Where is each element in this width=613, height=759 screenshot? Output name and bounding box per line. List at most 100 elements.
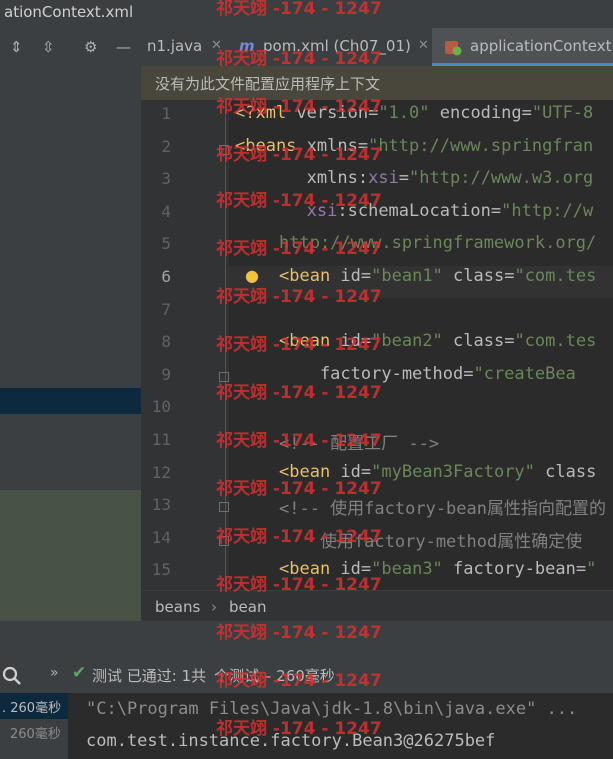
tab-label: n1.java [147,37,203,55]
collapse-all-icon[interactable]: ⇳ [42,38,55,56]
fold-guide [225,100,226,590]
code-token: "UTF-8 [531,103,594,123]
expand-all-icon[interactable]: ⇕ [10,38,23,56]
code-token: encoding= [439,103,532,123]
code-token: "http://www.w3.org [409,168,594,189]
code-token: id= [340,461,372,482]
code-line: 使用factory-method属性确定使 [279,527,582,552]
run-console[interactable]: "C:\Program Files\Java\jdk-1.8\bin\java.… [68,693,613,759]
code-token: factory-method= [279,363,474,384]
context-notice-bar: 没有为此文件配置应用程序上下文 [141,66,613,100]
line-number: 6 [161,267,171,286]
code-line: <!-- 使用factory-bean属性指向配置的 [279,494,606,519]
chevron-double-right-icon[interactable]: » [50,665,59,681]
code-token: factory-bean= [453,559,587,580]
line-number: 4 [161,201,171,221]
spring-xml-icon [445,41,462,56]
search-icon[interactable] [2,666,22,686]
code-line: <bean id="bean2" class="com.tes [279,331,596,351]
code-token: "myBean3Factory" [371,461,546,482]
line-number: 2 [161,136,171,156]
line-number: 1 [161,104,171,123]
code-token: class= [453,331,515,352]
line-number: 11 [151,430,171,449]
code-token: = [398,168,410,189]
line-number: 10 [151,397,171,417]
code-token: xmlns= [306,135,369,156]
code-line: <bean id="myBean3Factory" class [279,462,596,482]
test-duration: . 260毫秒 [2,701,62,716]
close-icon[interactable]: ✕ [211,38,222,53]
code-token: "bean2" [371,331,454,352]
code-token: "bean1" [371,266,454,286]
code-line: <bean id="bean3" factory-bean=" [279,559,596,579]
fold-marker-icon[interactable] [219,536,229,546]
line-number: 3 [161,169,171,189]
test-status-suffix: 个测试 – 260毫秒 [214,667,335,685]
code-line: factory-method="createBea [279,364,576,384]
code-token: :schemaLocation= [337,200,502,221]
line-number: 9 [161,364,171,384]
code-token: 使用factory-method属性确定使 [279,531,583,552]
breadcrumb-item[interactable]: bean [229,598,266,616]
line-number: 8 [161,332,171,352]
fold-marker-icon[interactable] [219,372,229,382]
code-token: <bean [279,461,341,482]
code-token: id= [340,331,372,352]
tab-label: pom.xml (Ch07_01) [263,37,411,55]
line-number: 12 [151,462,171,482]
code-token: id= [340,266,372,286]
project-panel-highlight [0,490,141,621]
code-token: <beans [235,135,307,156]
code-token: xsi [368,168,399,189]
code-token: <bean [279,559,341,580]
code-token: "com.tes [514,266,597,286]
project-toolbar: ⇕ ⇳ ⚙ — [0,28,141,66]
code-line: <!-- 配置工厂 --> [279,429,439,454]
code-token: <bean [279,266,341,286]
console-line: com.test.instance.factory.Bean3@26275bef [86,731,496,751]
code-token: id= [340,559,372,580]
code-line: <beans xmlns="http://www.springfran [235,136,593,156]
fold-marker-icon[interactable] [219,502,229,512]
code-token: xmlns: [306,168,369,189]
window-title-bar: ationContext.xml [0,0,613,28]
code-token: http://www.springframework.org/ [279,233,597,254]
gear-icon[interactable]: ⚙ [84,38,97,56]
test-status: 测试 已通过: 1共 个测试 – 260毫秒 [92,665,335,686]
tab-application-context[interactable]: applicationContext [432,28,613,66]
line-number: 14 [151,527,171,547]
project-panel: ⇕ ⇳ ⚙ — [0,28,142,621]
code-token: version= [296,103,379,123]
code-line: <?xml version="1.0" encoding="UTF-8 [235,103,593,123]
tab-label: applicationContext [470,37,612,55]
check-icon: ✔ [72,663,87,683]
breadcrumb: beans › bean [141,590,613,622]
panel-divider [0,621,613,657]
code-line: xmlns:xsi="http://www.w3.org [235,168,594,189]
code-token: class [545,461,597,482]
minimize-icon[interactable]: — [116,38,131,56]
code-token: <!-- 配置工厂 --> [279,434,440,454]
code-editor[interactable]: 1 <?xml version="1.0" encoding="UTF-8 2 <be… [141,100,613,590]
lightbulb-icon[interactable]: ● [245,266,259,285]
breadcrumb-item[interactable]: beans [155,598,200,616]
line-number: 15 [151,560,171,580]
line-number: 7 [161,299,171,319]
maven-icon: m [239,37,255,55]
code-token: <?xml [235,103,297,123]
code-token: " [586,559,597,580]
console-line: "C:\Program Files\Java\jdk-1.8\bin\java.… [86,699,578,719]
line-number: 5 [161,234,171,254]
project-tree-selected-row[interactable] [0,388,141,414]
code-token: "http://www.springfran [368,135,594,156]
code-token: "bean3" [371,559,454,580]
test-duration: 260毫秒 [10,727,61,742]
fold-marker-icon[interactable] [219,145,229,155]
code-token: <bean [279,331,341,352]
line-number: 13 [151,495,171,515]
close-icon[interactable]: ✕ [418,38,429,53]
code-token: "1.0" [378,103,440,123]
